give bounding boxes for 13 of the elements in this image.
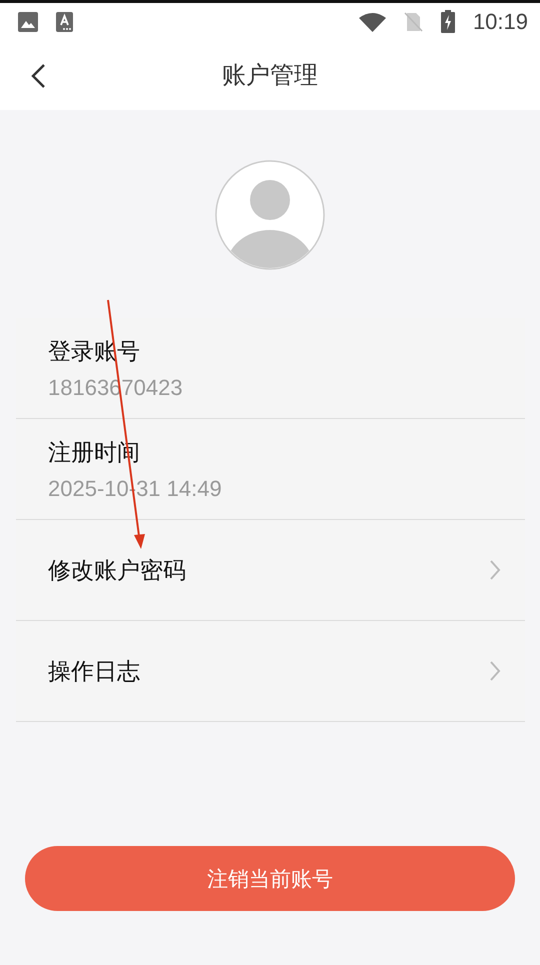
row-label: 操作日志	[48, 656, 141, 686]
battery-icon	[440, 10, 455, 33]
clock-time: 10:19	[472, 8, 528, 34]
keyboard-icon	[56, 12, 73, 32]
chevron-right-icon	[489, 660, 501, 682]
back-icon[interactable]	[30, 63, 46, 89]
avatar-icon	[215, 160, 325, 270]
wifi-icon	[358, 12, 386, 32]
no-sim-icon	[404, 12, 423, 32]
image-icon	[18, 12, 38, 32]
page-title: 账户管理	[222, 61, 318, 91]
chevron-right-icon	[489, 559, 501, 581]
row-label: 修改账户密码	[48, 556, 187, 584]
